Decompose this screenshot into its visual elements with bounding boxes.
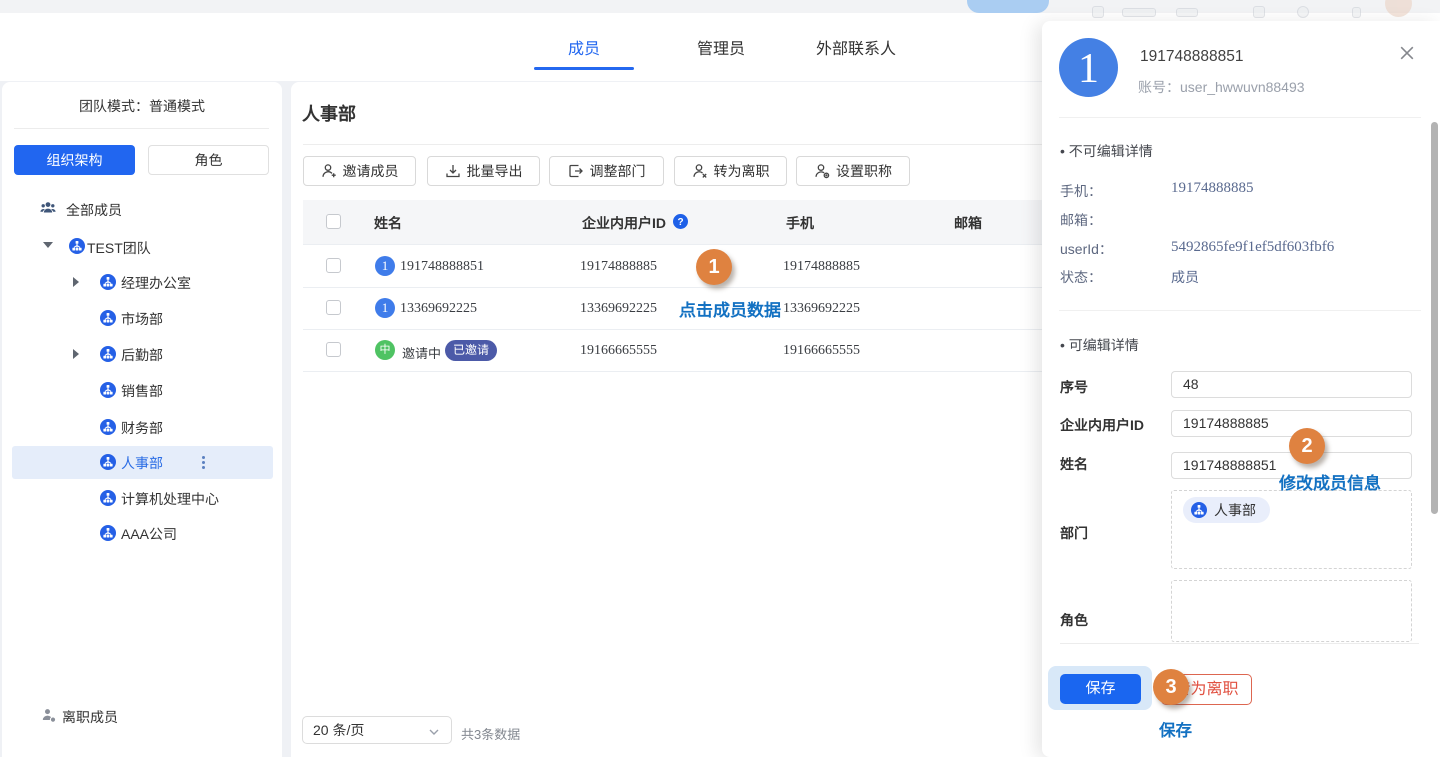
svg-text:?: ? (677, 217, 683, 228)
